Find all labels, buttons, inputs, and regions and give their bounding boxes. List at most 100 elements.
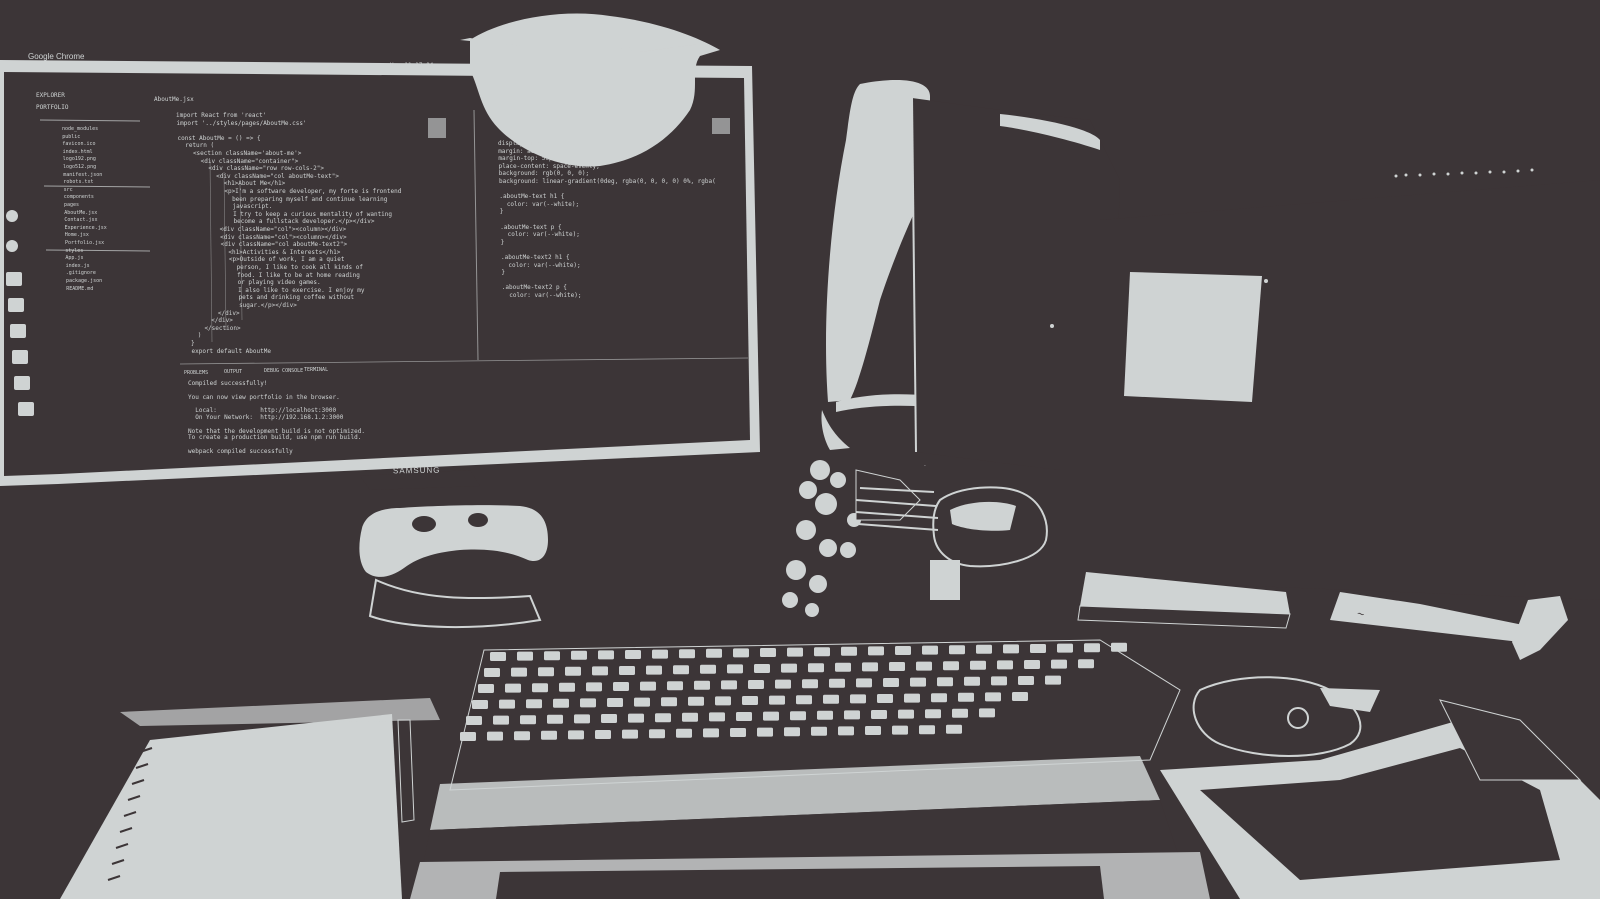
code-line: food. I like to be at home reading bbox=[186, 271, 360, 279]
panel-tab[interactable]: DEBUG CONSOLE bbox=[264, 368, 303, 374]
pc-case: . bbox=[911, 97, 1120, 470]
key bbox=[499, 699, 515, 709]
key bbox=[673, 665, 689, 675]
window-title: Google Chrome bbox=[28, 52, 85, 61]
code-line: </section> bbox=[190, 324, 241, 332]
right-screen bbox=[1050, 168, 1600, 600]
key bbox=[1003, 644, 1019, 654]
file-item: public bbox=[62, 133, 81, 140]
key bbox=[883, 678, 899, 687]
code-line: I try to keep a curious mentality of wan… bbox=[182, 210, 393, 218]
key bbox=[553, 698, 569, 708]
code-line: <div className="container"> bbox=[179, 157, 299, 165]
key bbox=[760, 648, 776, 657]
code-line: } bbox=[191, 340, 195, 347]
key bbox=[850, 694, 866, 704]
key bbox=[526, 699, 542, 709]
editor-tab[interactable]: AboutMe.jsx bbox=[154, 96, 194, 103]
code-line: export default AboutMe bbox=[191, 347, 271, 355]
key bbox=[877, 694, 893, 703]
terminal-line: Compiled successfully! bbox=[188, 380, 268, 387]
key bbox=[985, 692, 1001, 702]
key bbox=[505, 683, 521, 693]
key bbox=[856, 678, 872, 688]
key bbox=[787, 647, 803, 657]
key bbox=[634, 697, 650, 707]
key bbox=[796, 695, 812, 705]
key bbox=[487, 731, 503, 741]
key bbox=[964, 676, 980, 686]
key bbox=[649, 729, 665, 739]
key bbox=[640, 681, 656, 691]
key bbox=[586, 682, 602, 692]
css-line: color: var(--white); bbox=[500, 231, 580, 239]
key bbox=[922, 645, 938, 655]
code-line: pets and drinking coffee without bbox=[188, 294, 355, 302]
key bbox=[931, 693, 947, 703]
css-line: background: rgb(0, 0, 0); bbox=[498, 170, 590, 178]
css-line: .aboutMe-text2 h1 { bbox=[501, 254, 570, 261]
file-item: node_modules bbox=[62, 126, 99, 132]
monitor-brand: SAMSUNG bbox=[392, 465, 441, 476]
key bbox=[997, 660, 1013, 670]
code-line: const AboutMe = () => { bbox=[177, 134, 261, 142]
css-line: color: var(--white); bbox=[502, 292, 582, 299]
key bbox=[895, 646, 911, 655]
key bbox=[952, 708, 968, 718]
css-line: } bbox=[499, 208, 504, 216]
key bbox=[679, 649, 695, 659]
key bbox=[1078, 659, 1094, 669]
key bbox=[784, 727, 800, 737]
key bbox=[781, 663, 797, 673]
key bbox=[484, 668, 500, 677]
css-line: display: flex; bbox=[498, 140, 549, 147]
file-item: manifest.json bbox=[63, 171, 103, 178]
file-item: robots.txt bbox=[63, 179, 94, 186]
key bbox=[925, 709, 941, 719]
key bbox=[904, 693, 920, 703]
key bbox=[688, 696, 704, 706]
key bbox=[493, 715, 509, 725]
code-line: sugar.</p></div> bbox=[188, 302, 297, 309]
monitor bbox=[0, 13, 760, 490]
keyboard bbox=[420, 639, 1181, 880]
code-line: become a fullstack developer.</p></div> bbox=[183, 218, 375, 226]
code-line: </div> bbox=[189, 317, 233, 325]
key bbox=[547, 714, 563, 724]
key bbox=[817, 710, 833, 720]
key bbox=[619, 666, 635, 675]
css-line: margin: auto; bbox=[498, 147, 546, 155]
key bbox=[1045, 675, 1061, 685]
key bbox=[754, 664, 770, 673]
key bbox=[892, 725, 908, 735]
key bbox=[862, 662, 878, 672]
key bbox=[919, 725, 935, 735]
key bbox=[1024, 660, 1040, 669]
key bbox=[466, 716, 482, 725]
key bbox=[889, 662, 905, 671]
key bbox=[703, 728, 719, 738]
key bbox=[1018, 676, 1034, 685]
terminal-line: To create a production build, use npm ru… bbox=[188, 434, 362, 442]
code-line: <div className="col aboutMe-text2"> bbox=[184, 241, 348, 249]
key bbox=[694, 680, 710, 690]
key bbox=[613, 682, 629, 691]
panel-tab[interactable]: TERMINAL bbox=[304, 367, 328, 373]
code-line: javascript. bbox=[182, 203, 273, 211]
terminal-line: You can now view portfolio in the browse… bbox=[188, 393, 340, 401]
key bbox=[655, 713, 671, 723]
panel-tab[interactable]: OUTPUT bbox=[224, 369, 242, 375]
file-item: Portfolio.jsx bbox=[65, 240, 105, 246]
key bbox=[472, 700, 488, 709]
key bbox=[844, 710, 860, 720]
css-line: .aboutMe-text2 p { bbox=[501, 284, 567, 292]
key bbox=[898, 709, 914, 719]
terminal-line: webpack compiled successfully bbox=[188, 448, 293, 455]
key bbox=[1057, 643, 1073, 653]
panel-tab[interactable]: PROBLEMS bbox=[184, 370, 208, 376]
key bbox=[706, 648, 722, 658]
key bbox=[865, 726, 881, 735]
key bbox=[733, 648, 749, 658]
key bbox=[700, 664, 716, 674]
css-line: color: var(--white); bbox=[499, 200, 580, 208]
